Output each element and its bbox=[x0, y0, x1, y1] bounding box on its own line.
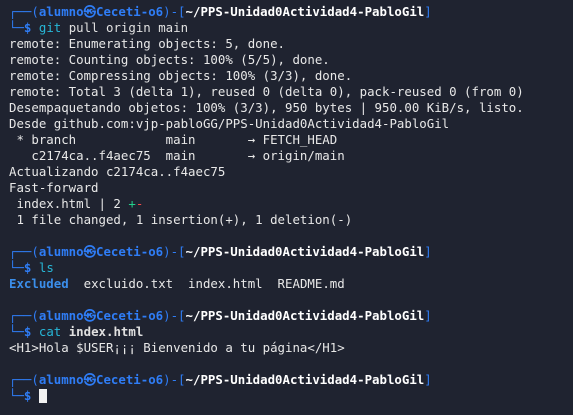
prompt-corner-bottom: └─ bbox=[9, 260, 24, 275]
prompt-dollar: $ bbox=[23, 324, 32, 339]
prompt-user: alumno bbox=[38, 4, 84, 19]
prompt-user: alumno bbox=[38, 244, 84, 259]
prompt-dollar: $ bbox=[23, 260, 32, 275]
diffstat-file: index.html | 2 bbox=[9, 196, 129, 211]
output-line: <H1>Hola $USER¡¡¡ Bienvenido a tu página… bbox=[9, 340, 345, 355]
prompt-cwd: ~/PPS-Unidad0Actividad4-PabloGil bbox=[185, 4, 425, 19]
terminal-window[interactable]: ┌──(alumno㉿Ceceti-o6)-[~/PPS-Unidad0Acti… bbox=[0, 0, 573, 415]
prompt-line-top: ┌──(alumno㉿Ceceti-o6)-[~/PPS-Unidad0Acti… bbox=[9, 4, 573, 20]
output-line: remote: Counting objects: 100% (5/5), do… bbox=[9, 52, 330, 67]
command-args: pull origin main bbox=[61, 20, 189, 35]
prompt-dollar: $ bbox=[23, 20, 32, 35]
prompt-host: Ceceti-o6 bbox=[96, 244, 164, 259]
prompt-user: alumno bbox=[38, 308, 84, 323]
command-name: cat bbox=[38, 324, 62, 339]
prompt-cwd: ~/PPS-Unidad0Actividad4-PabloGil bbox=[185, 372, 425, 387]
prompt-separator: )-[ bbox=[163, 244, 186, 259]
output-line: remote: Compressing objects: 100% (3/3),… bbox=[9, 68, 353, 83]
prompt-cwd: ~/PPS-Unidad0Actividad4-PabloGil bbox=[185, 244, 425, 259]
prompt-corner-bottom: └─ bbox=[9, 388, 24, 403]
prompt-line-top: ┌──(alumno㉿Ceceti-o6)-[~/PPS-Unidad0Acti… bbox=[9, 308, 573, 324]
ls-directory: Excluded bbox=[9, 276, 69, 291]
summary-line: 1 file changed, 1 insertion(+), 1 deleti… bbox=[9, 212, 353, 227]
prompt-dollar: $ bbox=[23, 388, 32, 403]
prompt-close: ] bbox=[424, 4, 432, 19]
prompt-at-icon: ㉿ bbox=[83, 4, 96, 19]
ls-output-line: Excluded excluido.txt index.html README.… bbox=[9, 276, 573, 292]
prompt-line-top: ┌──(alumno㉿Ceceti-o6)-[~/PPS-Unidad0Acti… bbox=[9, 372, 573, 388]
prompt-line-bottom: └─$ git pull origin main bbox=[9, 20, 573, 36]
ls-files: excluido.txt index.html README.md bbox=[68, 276, 345, 291]
prompt-separator: )-[ bbox=[163, 4, 186, 19]
prompt-separator: )-[ bbox=[163, 308, 186, 323]
output-line: Desde github.com:vjp-pabloGG/PPS-Unidad0… bbox=[9, 116, 450, 131]
prompt-line-bottom: └─$ ls bbox=[9, 260, 573, 276]
prompt-corner-top: ┌──( bbox=[9, 4, 39, 19]
prompt-line-bottom: └─$ cat index.html bbox=[9, 324, 573, 340]
diffstat-minus: - bbox=[135, 196, 144, 211]
prompt-close: ] bbox=[424, 372, 432, 387]
command-args: index.html bbox=[68, 324, 144, 339]
prompt-close: ] bbox=[424, 244, 432, 259]
prompt-close: ] bbox=[424, 308, 432, 323]
output-line: c2174ca..f4aec75 main → origin/main bbox=[9, 148, 345, 163]
prompt-at-icon: ㉿ bbox=[83, 244, 96, 259]
prompt-corner-top: ┌──( bbox=[9, 244, 39, 259]
command-name: ls bbox=[38, 260, 54, 275]
output-line: Fast-forward bbox=[9, 180, 99, 195]
prompt-host: Ceceti-o6 bbox=[96, 372, 164, 387]
command-name: git bbox=[38, 20, 62, 35]
output-line: Actualizando c2174ca..f4aec75 bbox=[9, 164, 226, 179]
prompt-corner-bottom: └─ bbox=[9, 20, 24, 35]
prompt-corner-top: ┌──( bbox=[9, 308, 39, 323]
output-line: remote: Enumerating objects: 5, done. bbox=[9, 36, 286, 51]
output-line: * branch main → FETCH_HEAD bbox=[9, 132, 338, 147]
prompt-line-top: ┌──(alumno㉿Ceceti-o6)-[~/PPS-Unidad0Acti… bbox=[9, 244, 573, 260]
prompt-at-icon: ㉿ bbox=[83, 308, 96, 323]
output-line: Desempaquetando objetos: 100% (3/3), 950… bbox=[9, 100, 524, 115]
diffstat-plus: + bbox=[128, 196, 136, 211]
prompt-at-icon: ㉿ bbox=[83, 372, 96, 387]
text-cursor[interactable] bbox=[38, 389, 47, 403]
prompt-user: alumno bbox=[38, 372, 84, 387]
prompt-corner-top: ┌──( bbox=[9, 372, 39, 387]
output-line: remote: Total 3 (delta 1), reused 0 (del… bbox=[9, 84, 524, 99]
prompt-separator: )-[ bbox=[163, 372, 186, 387]
prompt-corner-bottom: └─ bbox=[9, 324, 24, 339]
prompt-line-bottom: └─$ bbox=[9, 388, 573, 404]
prompt-host: Ceceti-o6 bbox=[96, 4, 164, 19]
diffstat-line: index.html | 2 +- bbox=[9, 196, 573, 212]
prompt-cwd: ~/PPS-Unidad0Actividad4-PabloGil bbox=[185, 308, 425, 323]
prompt-host: Ceceti-o6 bbox=[96, 308, 164, 323]
